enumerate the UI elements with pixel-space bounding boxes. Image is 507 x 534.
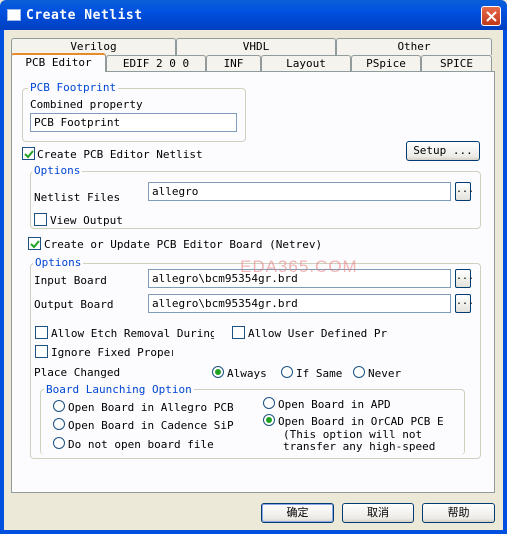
options-group-netlist-label: Options (32, 164, 83, 177)
view-output-checkbox[interactable] (34, 213, 47, 226)
ignore-fixed-checkbox[interactable] (35, 345, 48, 358)
place-changed-always-radio[interactable] (212, 366, 224, 378)
launch-sip-label: Open Board in Cadence SiP (68, 419, 234, 432)
launch-none-radio[interactable] (53, 437, 65, 449)
output-board-browse-button[interactable]: ... (455, 294, 474, 313)
check-icon (24, 150, 34, 159)
place-changed-always-label: Always (227, 367, 267, 380)
ok-button[interactable]: 确定 (261, 503, 334, 523)
allow-user-defined-label: Allow User Defined Prop (248, 327, 388, 340)
board-launching-group-label: Board Launching Option (44, 383, 194, 396)
launch-orcad-note-line2: transfer any high-speed (283, 440, 436, 452)
place-changed-if-same-radio[interactable] (281, 366, 293, 378)
place-changed-never-radio[interactable] (353, 366, 365, 378)
create-netlist-checkbox[interactable] (22, 147, 35, 160)
window-icon (7, 9, 21, 21)
combined-property-input[interactable]: PCB Footprint (30, 113, 237, 132)
place-changed-if-same-label: If Same (296, 367, 343, 380)
tab-vhdl[interactable]: VHDL (176, 38, 336, 55)
place-changed-never-label: Never (368, 367, 402, 380)
ignore-fixed-label: Ignore Fixed Propert (51, 346, 173, 359)
options-group-board-label: Options (33, 256, 84, 269)
launch-orcad-radio[interactable] (263, 414, 275, 426)
window-frame-bottom (0, 530, 507, 534)
launch-none-label: Do not open board file (68, 438, 214, 451)
close-button[interactable] (481, 6, 501, 26)
netlist-files-input[interactable]: allegro (148, 182, 451, 201)
launch-apd-label: Open Board in APD (278, 398, 391, 411)
launch-allegro-label: Open Board in Allegro PCB Ed: (68, 401, 240, 414)
tab-pcb-editor[interactable]: PCB Editor (11, 53, 106, 72)
help-button[interactable]: 帮助 (422, 503, 495, 523)
title-bar: Create Netlist (0, 0, 507, 30)
window-frame-right (503, 30, 507, 534)
output-board-label: Output Board (34, 298, 114, 311)
tab-pspice[interactable]: PSpice (351, 55, 421, 72)
tab-inf[interactable]: INF (206, 55, 261, 72)
update-board-label: Create or Update PCB Editor Board (Netre… (44, 238, 323, 251)
view-output-label: View Output (50, 214, 123, 227)
input-board-label: Input Board (34, 274, 107, 287)
netlist-files-browse-button[interactable]: ... (455, 182, 474, 201)
setup-button[interactable]: Setup ... (406, 141, 480, 161)
tab-other[interactable]: Other (336, 38, 492, 55)
launch-orcad-label: Open Board in OrCAD PCB Edi (278, 415, 444, 428)
create-netlist-label: Create PCB Editor Netlist (37, 148, 203, 161)
allow-user-defined-checkbox[interactable] (232, 326, 245, 339)
place-changed-label: Place Changed (34, 366, 121, 379)
launch-apd-radio[interactable] (263, 397, 275, 409)
cancel-button[interactable]: 取消 (342, 503, 414, 523)
combined-property-label: Combined property (30, 98, 143, 111)
close-icon (486, 11, 497, 22)
window-frame-left (0, 30, 4, 534)
tab-spice[interactable]: SPICE (421, 55, 492, 72)
pcb-footprint-group-label: PCB Footprint (28, 81, 119, 94)
allow-etch-checkbox[interactable] (35, 326, 48, 339)
output-board-input[interactable]: allegro\bcm95354gr.brd (148, 294, 451, 313)
tab-layout[interactable]: Layout (261, 55, 351, 72)
allow-etch-label: Allow Etch Removal During E (51, 327, 214, 340)
check-icon (30, 240, 40, 249)
netlist-files-label: Netlist Files (34, 191, 121, 204)
window-title: Create Netlist (26, 8, 143, 23)
tab-edif[interactable]: EDIF 2 0 0 (106, 55, 206, 72)
watermark-text: EDA365.COM (240, 257, 358, 276)
launch-sip-radio[interactable] (53, 418, 65, 430)
update-board-checkbox[interactable] (28, 237, 41, 250)
launch-allegro-radio[interactable] (53, 400, 65, 412)
input-board-browse-button[interactable]: ... (455, 269, 474, 288)
